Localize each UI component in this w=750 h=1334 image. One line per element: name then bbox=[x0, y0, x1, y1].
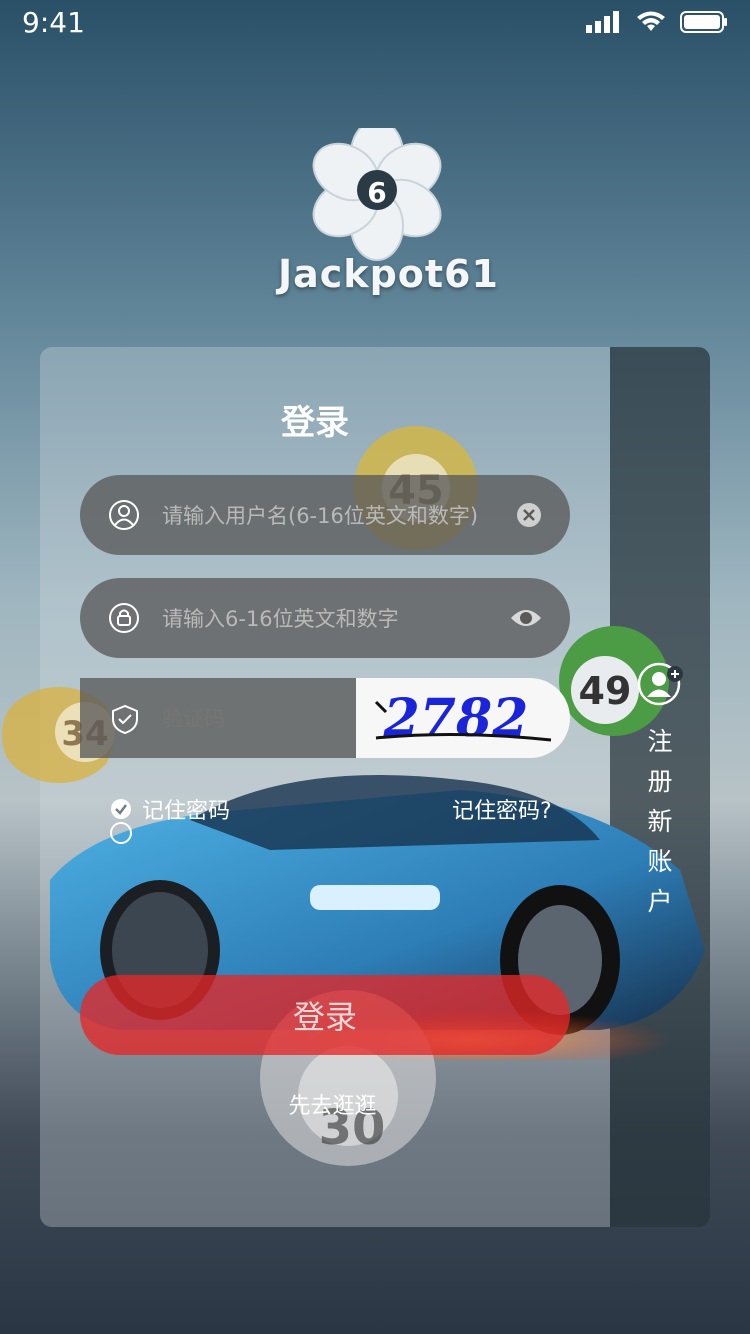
logo-text: Jackpot61 bbox=[278, 252, 499, 296]
status-icons bbox=[586, 11, 728, 33]
clear-icon[interactable] bbox=[516, 502, 542, 528]
wifi-icon bbox=[637, 11, 665, 31]
username-input[interactable] bbox=[160, 495, 504, 537]
check-circle-icon[interactable] bbox=[110, 798, 132, 820]
user-icon bbox=[109, 500, 139, 530]
password-field[interactable] bbox=[80, 578, 570, 658]
password-input[interactable] bbox=[160, 598, 504, 640]
add-user-icon bbox=[637, 662, 683, 706]
lock-icon bbox=[109, 603, 139, 633]
captcha-field[interactable]: 2782 bbox=[80, 678, 570, 758]
signal-icon bbox=[586, 11, 619, 33]
username-field[interactable] bbox=[80, 475, 570, 555]
register-label: 注册新账户 bbox=[647, 727, 673, 916]
captcha-input-area[interactable] bbox=[80, 678, 356, 758]
register-button[interactable]: 注册新账户 bbox=[618, 662, 702, 922]
status-time: 9:41 bbox=[22, 5, 85, 39]
logo-badge: 6 bbox=[367, 176, 386, 209]
captcha-image[interactable]: 2782 bbox=[356, 678, 570, 758]
captcha-input[interactable] bbox=[160, 698, 344, 740]
captcha-code: 2782 bbox=[383, 688, 529, 749]
forgot-password-link[interactable]: 记住密码? bbox=[452, 793, 552, 825]
status-bar: 9:41 bbox=[0, 0, 750, 44]
login-title: 登录 bbox=[281, 403, 349, 443]
remember-label: 记住密码 bbox=[142, 799, 231, 824]
login-button[interactable]: 登录 bbox=[80, 975, 570, 1055]
shield-icon bbox=[112, 704, 138, 734]
browse-link[interactable]: 先去逛逛 bbox=[255, 1088, 410, 1120]
battery-icon bbox=[680, 11, 727, 33]
radio-empty-icon[interactable] bbox=[110, 822, 132, 844]
eye-icon[interactable] bbox=[510, 605, 542, 631]
remember-password-option[interactable]: 记住密码 bbox=[110, 793, 230, 825]
captcha-code-graphic: 2782 bbox=[374, 688, 552, 749]
